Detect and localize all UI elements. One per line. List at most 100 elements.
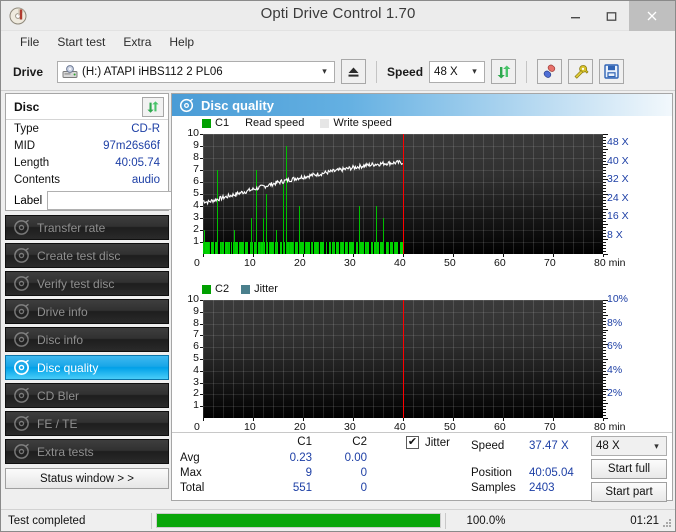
y-axis-right-tick bbox=[603, 415, 606, 416]
disc-row-length: Length 40:05.74 bbox=[6, 154, 168, 171]
sidebar-item-disc-quality[interactable]: Disc quality bbox=[5, 355, 169, 380]
y-axis-tick-label: 1 bbox=[193, 235, 199, 247]
sidebar-item-label: Verify test disc bbox=[37, 276, 115, 291]
x-axis-tick-label: 20 bbox=[294, 257, 306, 269]
close-button[interactable] bbox=[629, 1, 675, 31]
disc-label-key: Label bbox=[14, 194, 43, 207]
refresh-button[interactable] bbox=[491, 59, 517, 84]
title-bar: Opti Drive Control 1.70 bbox=[1, 1, 675, 31]
page-title: Disc quality bbox=[201, 97, 274, 113]
y-axis-right-tick bbox=[603, 245, 606, 246]
y-axis-right-tick bbox=[603, 412, 606, 413]
save-button[interactable] bbox=[599, 59, 625, 84]
sidebar-item-label: Disc info bbox=[37, 332, 84, 347]
y-axis-right-tick-label: 40 X bbox=[607, 154, 629, 167]
x-axis-tick bbox=[253, 418, 254, 421]
y-axis-right-tick bbox=[603, 143, 606, 144]
sidebar-item-extra-tests[interactable]: Extra tests bbox=[5, 439, 169, 464]
stats-header-c2: C2 bbox=[352, 436, 367, 448]
y-axis-tick-label: 6 bbox=[193, 175, 199, 187]
sidebar-item-cd-bler[interactable]: CD Bler bbox=[5, 383, 169, 408]
test-speed-select[interactable]: 48 X ▾ bbox=[591, 436, 667, 456]
progress-bar-fill bbox=[157, 514, 440, 527]
disc-icon bbox=[13, 303, 30, 320]
x-axis-tick bbox=[353, 254, 354, 257]
y-axis-right-tick bbox=[603, 324, 606, 325]
disc-icon bbox=[13, 219, 30, 236]
c1-chart-legend: C1 Read speed Write speed bbox=[172, 116, 672, 130]
legend-swatch-c2 bbox=[202, 284, 211, 294]
erase-button[interactable] bbox=[537, 59, 563, 84]
y-axis-right-tick bbox=[603, 155, 606, 156]
tools-button[interactable] bbox=[568, 59, 594, 84]
samples-stat-value: 2403 bbox=[529, 482, 555, 494]
x-axis-tick bbox=[403, 418, 404, 421]
main-body: Disc Type CD-R MID 97m26s66f Length 40:0… bbox=[1, 91, 675, 505]
y-axis-right-tick bbox=[603, 248, 606, 249]
y-axis-right-tick bbox=[603, 134, 608, 135]
y-axis-right-tick bbox=[603, 403, 608, 404]
menu-item-start-test[interactable]: Start test bbox=[48, 33, 114, 51]
resize-grip[interactable] bbox=[660, 516, 672, 528]
y-axis-right-tick bbox=[603, 161, 606, 162]
start-part-button[interactable]: Start part bbox=[591, 482, 667, 502]
start-full-button[interactable]: Start full bbox=[591, 459, 667, 479]
eject-button[interactable] bbox=[341, 59, 367, 84]
jitter-checkbox-label: Jitter bbox=[425, 436, 450, 449]
legend-swatch-jitter bbox=[241, 284, 251, 294]
y-axis-right-tick bbox=[603, 315, 608, 316]
y-axis-tick-label: 7 bbox=[193, 163, 199, 175]
c2-plot-area[interactable] bbox=[203, 300, 603, 418]
y-axis-right-tick bbox=[603, 377, 606, 378]
stats-row-avg-label: Avg bbox=[180, 452, 200, 464]
minimize-button[interactable] bbox=[557, 1, 593, 31]
y-axis-right-tick bbox=[603, 176, 606, 177]
x-axis-tick-label: 0 bbox=[194, 257, 200, 269]
legend-label-c1: C1 bbox=[215, 117, 230, 129]
sidebar-item-create-test-disc[interactable]: Create test disc bbox=[5, 243, 169, 268]
sidebar-item-label: Disc quality bbox=[37, 360, 99, 375]
speed-label: Speed bbox=[387, 64, 424, 79]
jitter-checkbox[interactable]: ✔ bbox=[406, 436, 419, 449]
disc-refresh-button[interactable] bbox=[142, 96, 164, 117]
y-axis-tick-label: 10 bbox=[187, 127, 199, 139]
chevron-down-icon: ▾ bbox=[472, 66, 477, 76]
stats-row-total-c1: 551 bbox=[292, 482, 312, 494]
x-axis-tick-label: 70 bbox=[544, 257, 556, 269]
y-axis-right-tick-label: 6% bbox=[607, 340, 623, 353]
c1-plot-area[interactable] bbox=[203, 134, 603, 254]
x-axis-tick-label: 40 bbox=[394, 257, 406, 269]
y-axis-right-tick bbox=[603, 394, 606, 395]
sidebar-item-label: CD Bler bbox=[37, 388, 80, 403]
y-axis-right-tick-label: 8% bbox=[607, 316, 623, 329]
toolbar-divider bbox=[376, 60, 378, 83]
sidebar-item-drive-info[interactable]: Drive info bbox=[5, 299, 169, 324]
menu-item-extra[interactable]: Extra bbox=[114, 33, 160, 51]
status-message: Test completed bbox=[8, 514, 86, 527]
x-axis-tick-label: 50 bbox=[444, 257, 456, 269]
legend-label-c2: C2 bbox=[215, 283, 230, 295]
y-axis-tick-label: 3 bbox=[193, 211, 199, 223]
sidebar-item-fe-te[interactable]: FE / TE bbox=[5, 411, 169, 436]
y-axis-right-tick-label: 2% bbox=[607, 387, 623, 400]
y-axis-right-tick bbox=[603, 200, 606, 201]
drive-select[interactable]: (H:) ATAPI iHBS112 2 PL06 ▾ bbox=[57, 60, 336, 83]
speed-select[interactable]: 48 X ▾ bbox=[429, 60, 486, 83]
menu-item-help[interactable]: Help bbox=[160, 33, 203, 51]
y-axis-tick-label: 7 bbox=[193, 328, 199, 341]
progress-bar bbox=[156, 513, 441, 528]
sidebar-item-transfer-rate[interactable]: Transfer rate bbox=[5, 215, 169, 240]
status-window-button[interactable]: Status window > > bbox=[5, 468, 169, 489]
y-axis-right-tick bbox=[603, 397, 606, 398]
x-axis-tick bbox=[253, 254, 254, 257]
stats-row-total-label: Total bbox=[180, 482, 205, 494]
menu-item-file[interactable]: File bbox=[11, 33, 48, 51]
maximize-button[interactable] bbox=[593, 1, 629, 31]
sidebar-item-verify-test-disc[interactable]: Verify test disc bbox=[5, 271, 169, 296]
y-axis-right-tick bbox=[603, 167, 606, 168]
sidebar-item-disc-info[interactable]: Disc info bbox=[5, 327, 169, 352]
y-axis-tick-label: 9 bbox=[193, 304, 199, 317]
y-axis-tick-label: 9 bbox=[193, 139, 199, 151]
y-axis-right-tick bbox=[603, 185, 606, 186]
nav-list: Transfer rate Create test disc Verify te… bbox=[5, 215, 169, 464]
